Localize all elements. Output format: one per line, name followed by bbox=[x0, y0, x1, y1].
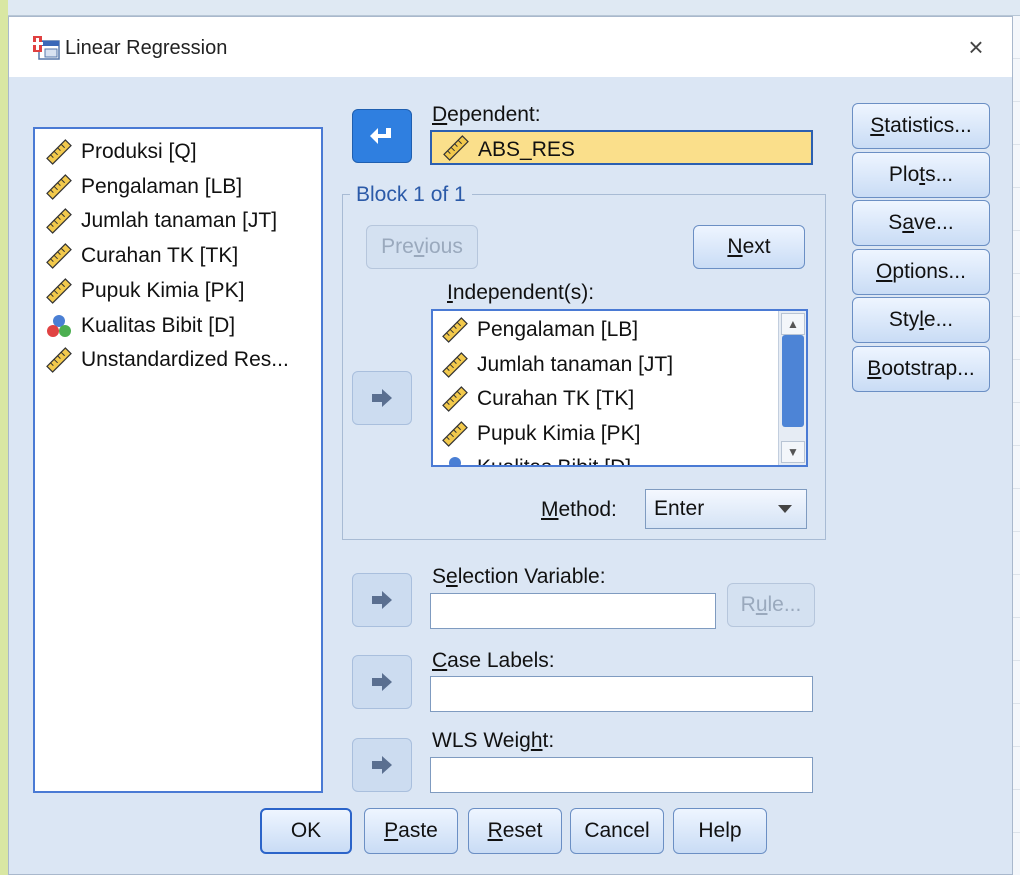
previous-button[interactable]: Pre v ious bbox=[366, 225, 478, 269]
list-item-label: Curahan TK [TK] bbox=[81, 244, 239, 268]
list-item-label: Unstandardized Res... bbox=[81, 348, 289, 372]
linear-regression-dialog: Linear Regression × Produksi [Q] Pengalam… bbox=[8, 16, 1013, 875]
list-item[interactable]: Curahan TK [TK] bbox=[45, 239, 238, 273]
scale-ruler-icon bbox=[46, 347, 72, 374]
list-item-label: Kualitas Bibit [D] bbox=[81, 313, 236, 337]
spss-dialog-icon bbox=[32, 36, 60, 60]
list-item-label: Jumlah tanaman [JT] bbox=[477, 352, 674, 376]
independents-label: Independent(s): bbox=[447, 281, 595, 304]
move-to-independents-button[interactable] bbox=[352, 371, 412, 425]
move-to-selection-button[interactable] bbox=[352, 573, 412, 627]
list-item[interactable]: Kualitas Bibit [D] bbox=[441, 451, 631, 465]
scale-ruler-icon bbox=[46, 243, 72, 269]
list-item-label: Kualitas Bibit [D] bbox=[477, 456, 631, 465]
reset-button[interactable]: Reset bbox=[468, 808, 562, 854]
arrow-right-icon bbox=[372, 389, 392, 407]
arrow-right-icon bbox=[372, 756, 392, 774]
help-button[interactable]: Help bbox=[673, 808, 767, 854]
move-to-case-labels-button[interactable] bbox=[352, 655, 412, 709]
title-bar: Linear Regression × bbox=[9, 17, 1012, 77]
close-button[interactable]: × bbox=[960, 31, 992, 63]
case-labels-label: Case Labels: bbox=[432, 649, 555, 672]
selection-variable-label: Selection Variable: bbox=[432, 565, 606, 588]
options-button[interactable]: Options... bbox=[852, 248, 990, 295]
list-item-label: Produksi [Q] bbox=[81, 140, 197, 163]
dependent-value: ABS_RES bbox=[478, 138, 575, 161]
list-item-label: Pengalaman [LB] bbox=[477, 318, 639, 341]
plots-button[interactable]: Plo t s... bbox=[852, 151, 990, 198]
dependent-label: Dependent: bbox=[432, 103, 541, 126]
scale-ruler-icon bbox=[442, 351, 468, 378]
scroll-thumb[interactable] bbox=[782, 335, 804, 427]
dependent-field[interactable]: ABS_RES bbox=[430, 130, 813, 165]
selection-variable-field[interactable] bbox=[430, 593, 716, 629]
list-item[interactable]: Produksi [Q] bbox=[45, 135, 197, 169]
scale-ruler-icon bbox=[442, 317, 468, 343]
cancel-button[interactable]: Cancel bbox=[570, 808, 664, 854]
next-button[interactable]: Next bbox=[693, 225, 805, 269]
style-button[interactable]: Sty l e... bbox=[852, 297, 990, 343]
list-item-label: Pupuk Kimia [PK] bbox=[477, 421, 641, 445]
save-button[interactable]: Sa ve... bbox=[852, 200, 990, 246]
list-item[interactable]: Unstandardized Res... bbox=[45, 343, 289, 377]
nominal-balls-icon bbox=[449, 457, 461, 465]
list-item[interactable]: Curahan TK [TK] bbox=[441, 382, 634, 416]
list-item-label: Pengalaman [LB] bbox=[81, 174, 243, 198]
arrow-right-icon bbox=[372, 673, 392, 691]
method-label: Method: bbox=[541, 498, 617, 521]
source-variable-list[interactable]: Produksi [Q] Pengalaman [LB] Jumlah tanama… bbox=[33, 127, 323, 793]
list-item[interactable]: Pupuk Kimia [PK] bbox=[441, 417, 640, 451]
case-labels-field[interactable] bbox=[430, 676, 813, 712]
independents-list[interactable]: Pengalaman [LB] Jumlah tanaman [JT] Curaha… bbox=[431, 309, 808, 467]
list-item-label: Jumlah tanaman [JT] bbox=[81, 209, 278, 233]
independents-scrollbar[interactable]: ▲ ▼ bbox=[778, 311, 806, 465]
statistics-button[interactable]: Statistics... bbox=[852, 103, 990, 149]
nominal-balls-icon bbox=[47, 314, 71, 337]
bootstrap-button[interactable]: Bootstrap... bbox=[852, 345, 990, 392]
arrow-right-icon bbox=[372, 591, 392, 609]
scroll-up-icon[interactable]: ▲ bbox=[781, 313, 805, 335]
arrow-left-icon bbox=[370, 128, 391, 144]
block-legend: Block 1 of 1 bbox=[350, 183, 472, 207]
list-item-label: Curahan TK [TK] bbox=[477, 387, 635, 410]
list-item[interactable]: Pengalaman [LB] bbox=[441, 313, 638, 347]
scale-ruler-icon bbox=[443, 135, 469, 161]
method-select[interactable]: Enter bbox=[645, 489, 807, 529]
move-to-wls-weight-button[interactable] bbox=[352, 738, 412, 792]
ok-button[interactable]: OK bbox=[260, 808, 352, 854]
rule-button[interactable]: Ru le... bbox=[727, 583, 815, 627]
scale-ruler-icon bbox=[46, 208, 72, 235]
chevron-down-icon bbox=[778, 505, 792, 513]
background-left-strip bbox=[0, 0, 8, 875]
scroll-down-icon[interactable]: ▼ bbox=[781, 441, 805, 463]
list-item[interactable]: Pengalaman [LB] bbox=[45, 170, 242, 204]
window-title: Linear Regression bbox=[65, 37, 228, 59]
move-to-dependent-button[interactable] bbox=[352, 109, 412, 163]
scale-ruler-icon bbox=[442, 420, 468, 447]
list-item[interactable]: Kualitas Bibit [D] bbox=[45, 309, 235, 343]
scale-ruler-icon bbox=[46, 277, 72, 304]
list-item-label: Pupuk Kimia [PK] bbox=[81, 278, 245, 302]
wls-weight-field[interactable] bbox=[430, 757, 813, 793]
paste-button[interactable]: Paste bbox=[364, 808, 458, 854]
scale-ruler-icon bbox=[46, 139, 72, 165]
list-item[interactable]: Jumlah tanaman [JT] bbox=[45, 204, 277, 238]
scale-ruler-icon bbox=[46, 173, 72, 200]
scale-ruler-icon bbox=[442, 386, 468, 412]
background-header-strip bbox=[0, 0, 1020, 16]
list-item[interactable]: Pupuk Kimia [PK] bbox=[45, 274, 244, 308]
method-value: Enter bbox=[654, 497, 705, 520]
wls-weight-label: WLS Weight: bbox=[432, 729, 555, 752]
list-item[interactable]: Jumlah tanaman [JT] bbox=[441, 348, 673, 382]
